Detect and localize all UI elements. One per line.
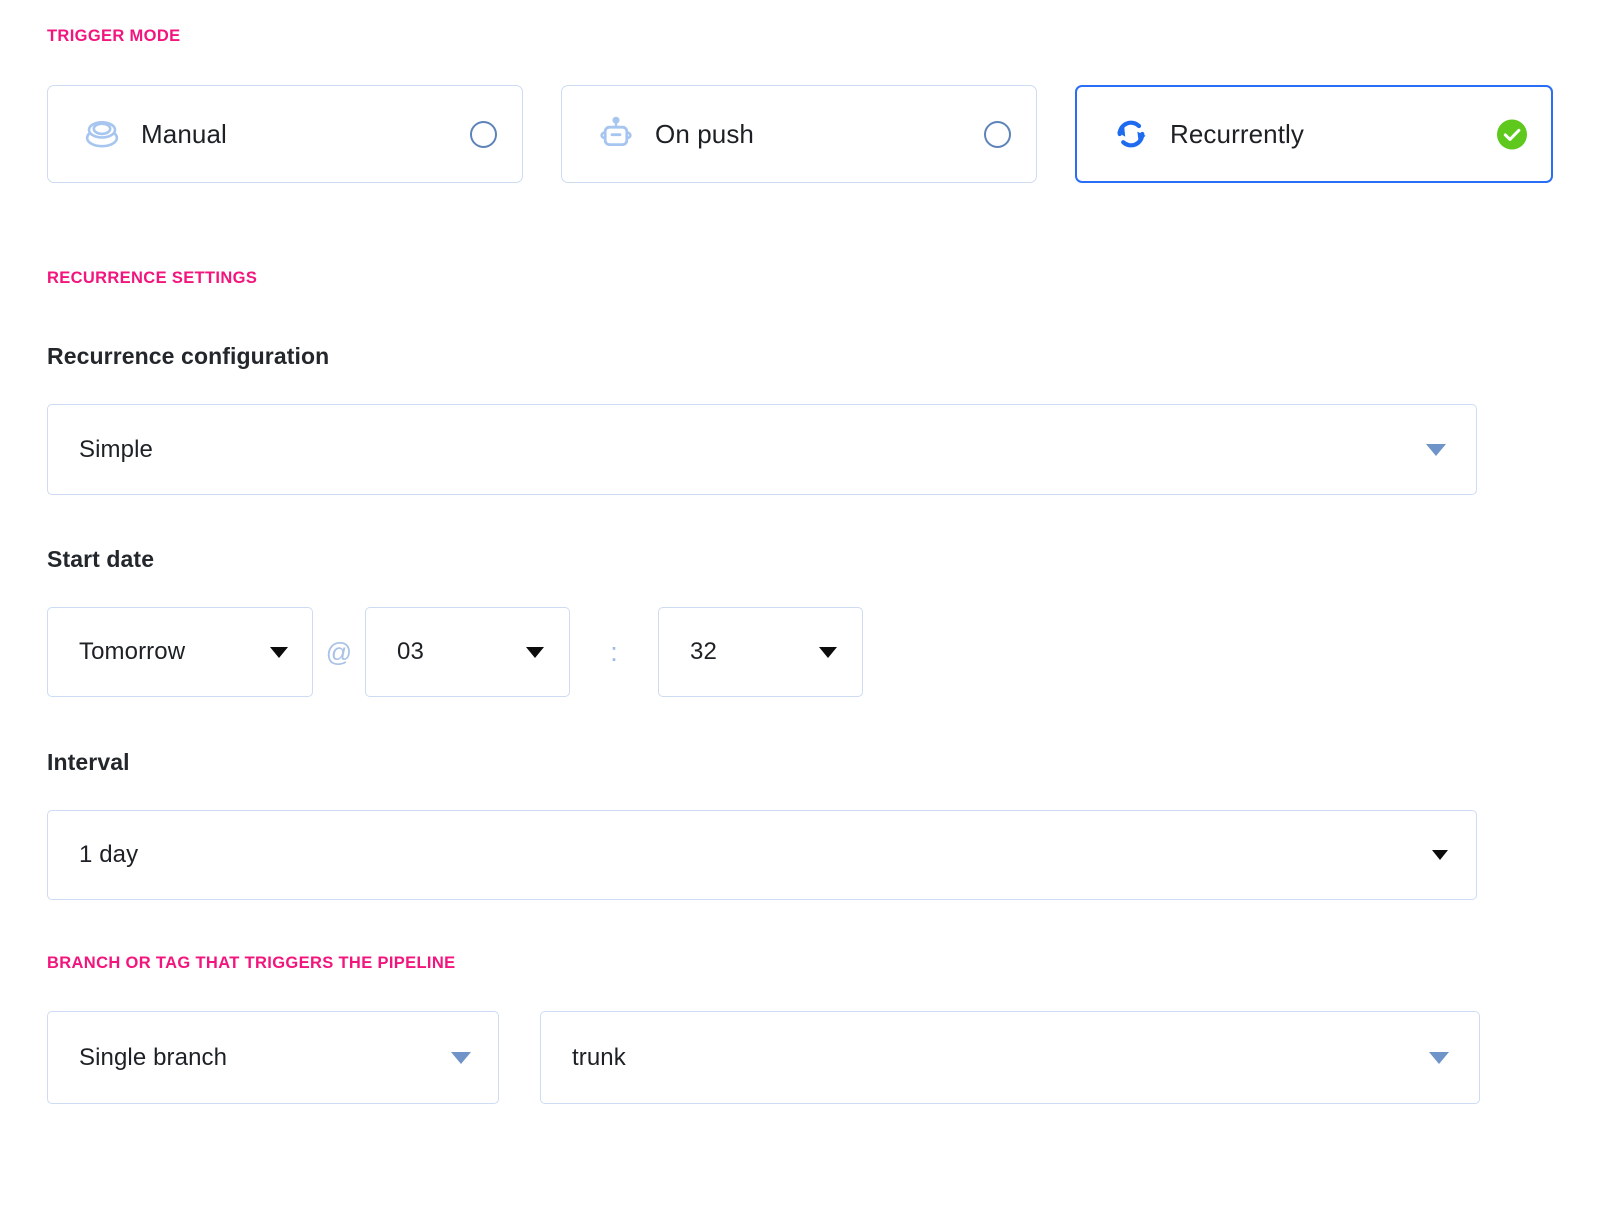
start-date-minute-select[interactable]: 32: [658, 607, 863, 697]
radio-unchecked-icon[interactable]: [468, 119, 498, 149]
trigger-settings-page: TRIGGER MODE Manual On push Recurrently …: [0, 0, 1600, 1222]
start-date-day-value: Tomorrow: [79, 638, 186, 665]
interval-value: 1 day: [79, 841, 139, 868]
trigger-mode-label: On push: [655, 118, 754, 149]
recurrence-configuration-label: Recurrence configuration: [47, 343, 330, 369]
start-date-hour-value: 03: [397, 638, 424, 665]
trigger-mode-card-manual[interactable]: Manual: [47, 85, 523, 183]
start-date-hour-select[interactable]: 03: [365, 607, 570, 697]
trigger-mode-caption: TRIGGER MODE: [47, 27, 181, 45]
trigger-mode-options: Manual On push Recurrently: [47, 85, 1553, 183]
branch-name-value: trunk: [572, 1043, 626, 1071]
branch-selection-row: Single branch trunk: [47, 1011, 1480, 1104]
trigger-mode-card-recurrently[interactable]: Recurrently: [1075, 85, 1553, 183]
chevron-down-icon: [1426, 443, 1446, 456]
recurring-arrow-icon: [1108, 111, 1154, 157]
chevron-down-icon: [451, 1051, 471, 1064]
branch-name-select[interactable]: trunk: [540, 1011, 1480, 1104]
recurrence-settings-caption: RECURRENCE SETTINGS: [47, 269, 258, 287]
recurrence-configuration-select[interactable]: Simple: [47, 404, 1477, 495]
interval-select[interactable]: 1 day: [47, 810, 1477, 900]
recurrence-configuration-value: Simple: [79, 435, 153, 463]
chevron-down-icon: [1429, 1051, 1449, 1064]
trigger-mode-card-on-push[interactable]: On push: [561, 85, 1037, 183]
start-date-minute-value: 32: [690, 638, 717, 665]
green-check-icon[interactable]: [1497, 119, 1527, 149]
robot-icon: [593, 111, 639, 157]
radio-unchecked-icon[interactable]: [982, 119, 1012, 149]
start-date-day-select[interactable]: Tomorrow: [47, 607, 313, 697]
chevron-down-icon: [270, 646, 288, 658]
trigger-mode-label: Recurrently: [1170, 118, 1305, 149]
branch-mode-select[interactable]: Single branch: [47, 1011, 499, 1104]
branch-or-tag-caption: BRANCH OR TAG THAT TRIGGERS THE PIPELINE: [47, 954, 456, 972]
start-date-label: Start date: [47, 546, 155, 572]
trigger-mode-label: Manual: [141, 118, 227, 149]
chevron-down-icon: [1432, 850, 1448, 860]
time-separator: :: [610, 636, 618, 667]
chevron-down-icon: [819, 646, 837, 658]
at-separator: @: [325, 636, 353, 667]
branch-mode-value: Single branch: [79, 1043, 228, 1071]
start-date-row: Tomorrow @ 03 : 32: [47, 607, 863, 697]
chevron-down-icon: [526, 646, 544, 658]
interval-label: Interval: [47, 749, 130, 775]
layers-stack-icon: [79, 111, 125, 157]
